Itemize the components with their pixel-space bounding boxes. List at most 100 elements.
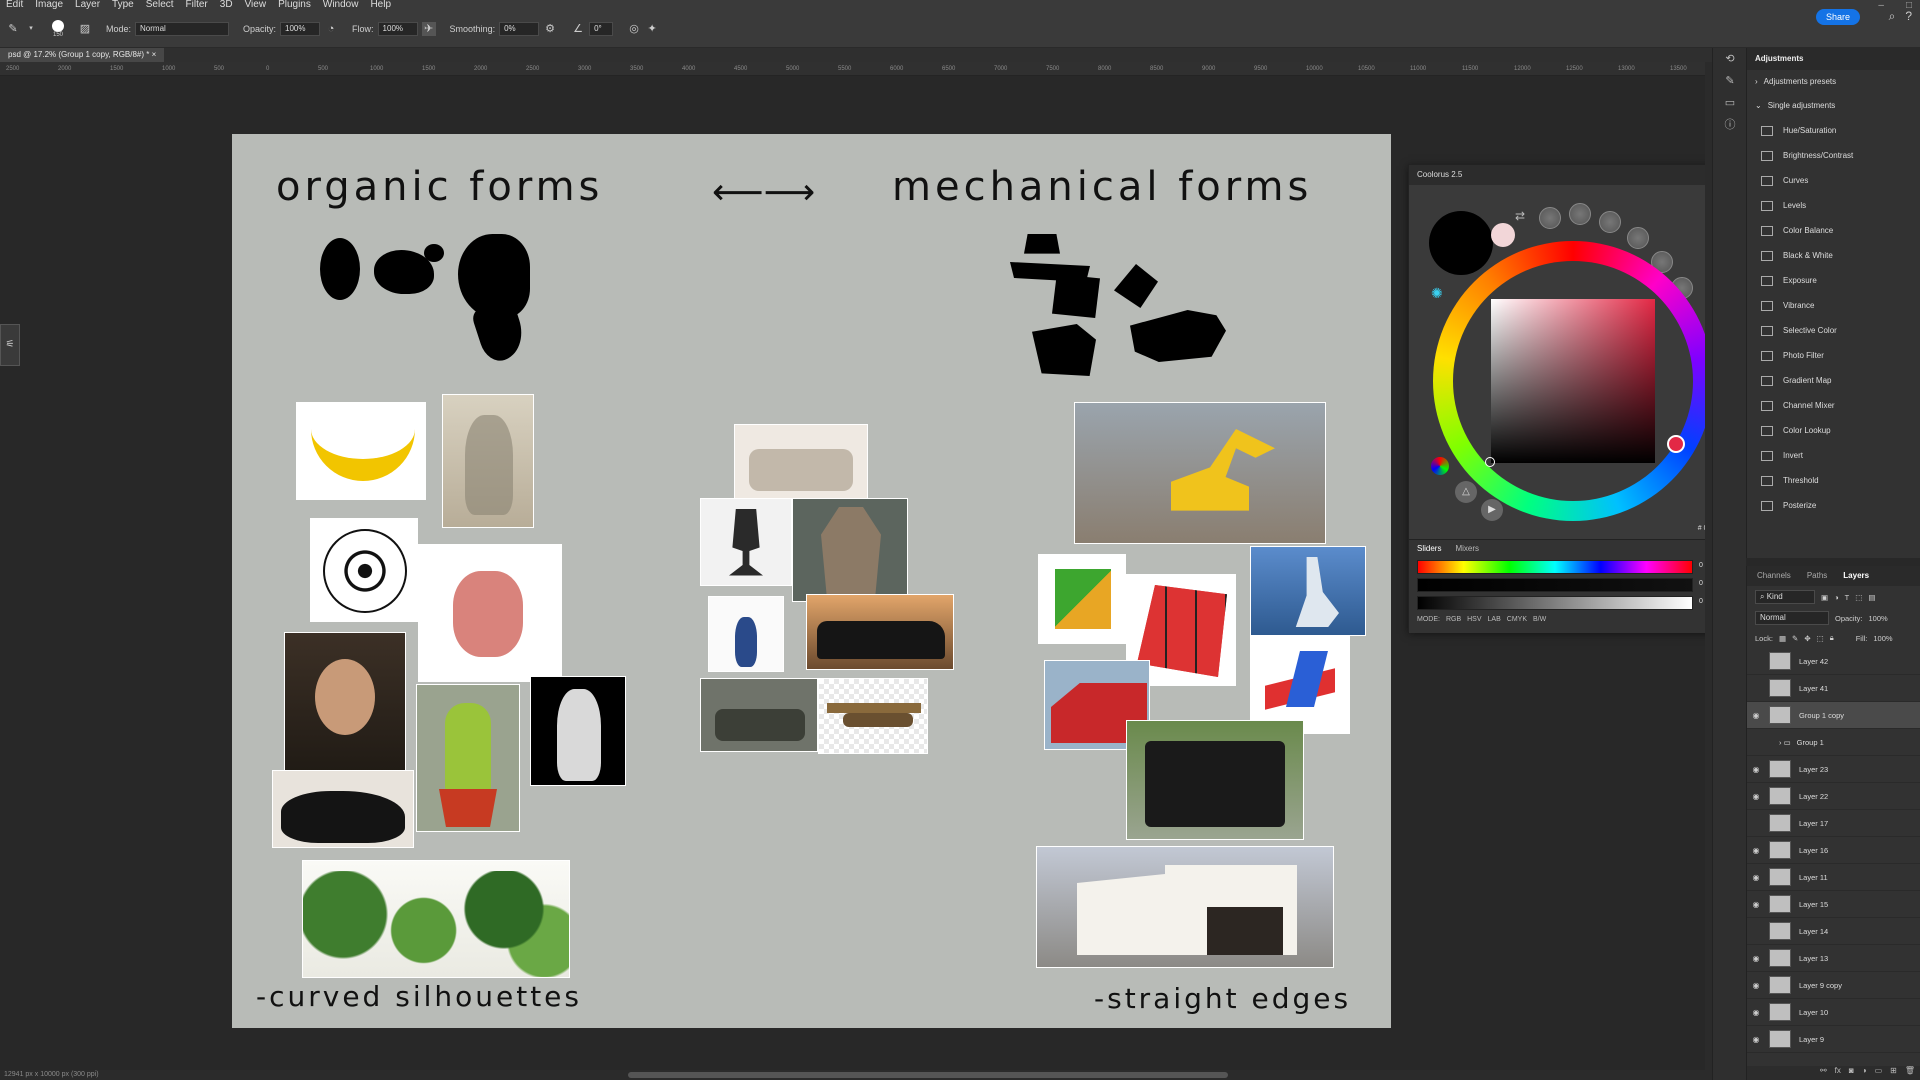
- layer-row[interactable]: ◉ Layer 9: [1747, 1026, 1920, 1053]
- layer-row[interactable]: Layer 42: [1747, 648, 1920, 675]
- collapsed-tool-panel[interactable]: ⚟: [0, 324, 20, 366]
- mini-wheel-icon[interactable]: [1431, 457, 1449, 475]
- current-color-swatch[interactable]: [1429, 211, 1493, 275]
- new-group-icon[interactable]: ▭: [1875, 1066, 1883, 1080]
- adjustment-item[interactable]: Invert: [1747, 443, 1920, 468]
- adjustment-item[interactable]: Vibrance: [1747, 293, 1920, 318]
- brush-knob-1[interactable]: [1539, 207, 1561, 229]
- pressure-opacity-icon[interactable]: ◔: [324, 22, 338, 36]
- mode-cmyk[interactable]: CMYK: [1507, 616, 1527, 623]
- tab-channels[interactable]: Channels: [1757, 566, 1791, 586]
- play-icon[interactable]: ▶: [1481, 499, 1503, 521]
- menu-3d[interactable]: 3D: [220, 0, 233, 10]
- adjustments-tab[interactable]: Adjustments: [1747, 48, 1920, 70]
- blend-mode-select[interactable]: Normal: [1755, 611, 1829, 625]
- info-icon[interactable]: ⓘ: [1713, 114, 1747, 136]
- lock-all-icon[interactable]: 🔒︎: [1830, 633, 1834, 643]
- filter-smart-icon[interactable]: ▤: [1868, 593, 1875, 602]
- eye-icon[interactable]: ◉: [1747, 900, 1765, 909]
- eye-icon[interactable]: ◉: [1747, 765, 1765, 774]
- layer-row[interactable]: ◉ Layer 13: [1747, 945, 1920, 972]
- layer-opacity-field[interactable]: 100%: [1869, 614, 1888, 623]
- tab-paths[interactable]: Paths: [1807, 566, 1827, 586]
- layer-row[interactable]: ◉ Layer 16: [1747, 837, 1920, 864]
- eye-icon[interactable]: ◉: [1747, 711, 1765, 720]
- swap-icon[interactable]: ⇄: [1515, 209, 1525, 223]
- gear-icon[interactable]: ⚙: [543, 22, 557, 36]
- layer-row[interactable]: ◉ Layer 11: [1747, 864, 1920, 891]
- adjustment-item[interactable]: Photo Filter: [1747, 343, 1920, 368]
- adjustment-item[interactable]: Threshold: [1747, 468, 1920, 493]
- brush-preset-icon[interactable]: [52, 19, 64, 32]
- close-icon[interactable]: ×: [152, 50, 157, 59]
- adjustment-item[interactable]: Exposure: [1747, 268, 1920, 293]
- airbrush-icon[interactable]: ✈: [421, 21, 436, 36]
- share-button[interactable]: Share: [1815, 9, 1860, 25]
- comment-icon[interactable]: ▭: [1713, 92, 1747, 114]
- saturation-value-square[interactable]: [1491, 299, 1655, 463]
- menu-image[interactable]: Image: [35, 0, 63, 10]
- hue-slider-value[interactable]: 0: [1699, 562, 1703, 569]
- new-adjustment-icon[interactable]: ◑: [1862, 1066, 1867, 1080]
- filter-type-icon[interactable]: T: [1845, 593, 1850, 602]
- eye-icon[interactable]: ◉: [1747, 873, 1765, 882]
- saturation-slider-value[interactable]: 0: [1699, 580, 1703, 587]
- search-icon[interactable]: ⌕: [1889, 9, 1896, 24]
- mask-icon[interactable]: ◙: [1849, 1066, 1854, 1080]
- tab-mixers[interactable]: Mixers: [1455, 544, 1479, 553]
- adjustment-item[interactable]: Color Lookup: [1747, 418, 1920, 443]
- layer-row[interactable]: ◉ Layer 10: [1747, 999, 1920, 1026]
- pressure-size-icon[interactable]: ◎: [627, 22, 641, 36]
- layer-kind-filter[interactable]: ⌕ Kind: [1755, 590, 1815, 604]
- eye-icon[interactable]: ◉: [1747, 1035, 1765, 1044]
- filter-pixel-icon[interactable]: ▣: [1821, 593, 1828, 602]
- previous-color-swatch[interactable]: [1491, 223, 1515, 247]
- help-icon[interactable]: ?: [1905, 9, 1912, 24]
- adjustment-item[interactable]: Color Balance: [1747, 218, 1920, 243]
- layer-row[interactable]: ◉ Layer 23: [1747, 756, 1920, 783]
- layer-row[interactable]: Layer 17: [1747, 810, 1920, 837]
- triangle-icon[interactable]: △: [1455, 481, 1477, 503]
- layer-row[interactable]: Layer 41: [1747, 675, 1920, 702]
- smoothing-field[interactable]: 0%: [499, 21, 540, 36]
- layer-row[interactable]: › ▭ Group 1: [1747, 729, 1920, 756]
- history-icon[interactable]: ⟲: [1713, 48, 1747, 70]
- trash-icon[interactable]: 🗑︎: [1905, 1066, 1915, 1080]
- horizontal-scrollbar-thumb[interactable]: [628, 1072, 1228, 1078]
- brightness-slider-value[interactable]: 0: [1699, 598, 1703, 605]
- adjustment-item[interactable]: Channel Mixer: [1747, 393, 1920, 418]
- adjustment-item[interactable]: Gradient Map: [1747, 368, 1920, 393]
- document-tab[interactable]: psd @ 17.2% (Group 1 copy, RGB/8#) * ×: [0, 48, 165, 62]
- menu-plugins[interactable]: Plugins: [278, 0, 311, 10]
- menu-select[interactable]: Select: [146, 0, 174, 10]
- color-picker-marker[interactable]: [1485, 457, 1495, 467]
- mode-rgb[interactable]: RGB: [1446, 616, 1461, 623]
- opacity-field[interactable]: 100%: [280, 21, 321, 36]
- brush-tool-icon[interactable]: ✎: [6, 22, 20, 36]
- new-layer-icon[interactable]: ⊞: [1890, 1066, 1897, 1080]
- menu-layer[interactable]: Layer: [75, 0, 100, 10]
- brush-knob-2[interactable]: [1569, 203, 1591, 225]
- link-icon[interactable]: ⚯: [1820, 1066, 1827, 1080]
- brush-knob-4[interactable]: [1627, 227, 1649, 249]
- adjustment-item[interactable]: Black & White: [1747, 243, 1920, 268]
- hue-marker[interactable]: [1667, 435, 1685, 453]
- lock-pixels-icon[interactable]: ▦: [1779, 634, 1786, 643]
- adjustments-presets-section[interactable]: › Adjustments presets: [1747, 70, 1920, 94]
- menu-type[interactable]: Type: [112, 0, 134, 10]
- eye-icon[interactable]: ◉: [1747, 981, 1765, 990]
- eye-icon[interactable]: ◉: [1747, 954, 1765, 963]
- mode-select[interactable]: Normal: [135, 21, 230, 36]
- eye-icon[interactable]: ◉: [1747, 1008, 1765, 1017]
- chevron-down-icon[interactable]: ▾: [24, 22, 38, 36]
- adjustment-item[interactable]: Levels: [1747, 193, 1920, 218]
- single-adjustments-section[interactable]: ⌄ Single adjustments: [1747, 94, 1920, 118]
- adjustment-item[interactable]: Selective Color: [1747, 318, 1920, 343]
- angle-field[interactable]: 0°: [589, 21, 614, 36]
- adjustment-item[interactable]: Hue/Saturation: [1747, 118, 1920, 143]
- lock-paint-icon[interactable]: ✎: [1792, 634, 1798, 643]
- document-canvas[interactable]: organic forms ⟵⟶ mechanical forms -curve…: [232, 134, 1391, 1028]
- filter-shape-icon[interactable]: ⬚: [1855, 593, 1862, 602]
- brightness-slider[interactable]: [1417, 596, 1693, 610]
- layer-row[interactable]: ◉ Layer 22: [1747, 783, 1920, 810]
